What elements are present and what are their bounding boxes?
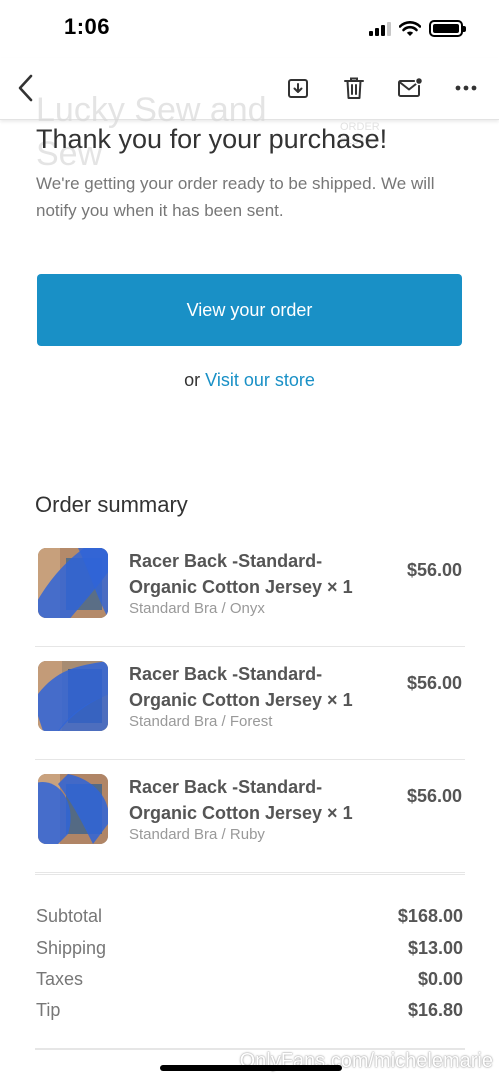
more-button[interactable] [448,70,484,106]
battery-icon [429,20,466,37]
item-name: Racer Back -Standard- Organic Cotton Jer… [129,664,353,710]
view-order-button[interactable]: View your order [37,274,462,346]
order-item: Racer Back -Standard- Organic Cotton Jer… [35,647,465,760]
archive-button[interactable] [280,70,316,106]
status-bar: 1:06 [0,0,499,58]
order-item: Racer Back -Standard- Organic Cotton Jer… [35,760,465,873]
subtotal-row: Subtotal $168.00 [36,906,463,927]
total-label: Taxes [36,969,84,989]
mark-unread-icon [398,77,423,97]
total-value: $0.00 [417,969,463,989]
archive-icon [288,79,308,98]
item-variant: Standard Bra / Ruby [129,826,265,843]
product-thumbnail [38,774,108,844]
status-icons [369,20,466,37]
mark-unread-button[interactable] [392,70,428,106]
back-button[interactable] [8,70,44,106]
visit-store-link[interactable]: Visit our store [205,370,315,390]
more-icon [455,85,477,91]
item-price: $56.00 [406,786,462,806]
item-price: $56.00 [406,560,462,580]
wifi-icon [399,20,421,36]
item-name: Racer Back -Standard- Organic Cotton Jer… [129,777,353,823]
delete-button[interactable] [336,70,372,106]
product-thumbnail [38,661,108,731]
order-summary-title: Order summary [35,492,188,517]
total-value: $16.80 [407,1000,463,1020]
totals-divider [35,874,465,875]
trash-icon [344,77,364,99]
item-variant: Standard Bra / Forest [129,713,273,730]
item-name: Racer Back -Standard- Organic Cotton Jer… [129,551,353,597]
home-indicator[interactable] [160,1065,342,1071]
order-status-message: We're getting your order ready to be shi… [36,174,435,220]
total-label: Tip [36,1000,61,1020]
email-toolbar: Lucky Sew and Sew ORDER #1345 [0,58,499,173]
product-thumbnail [38,548,108,618]
order-item: Racer Back -Standard- Organic Cotton Jer… [35,534,465,647]
item-price: $56.00 [406,673,462,693]
total-value: $13.00 [407,938,463,958]
thank-you-heading: Thank you for your purchase! [36,124,388,154]
item-variant: Standard Bra / Onyx [129,600,265,617]
tip-row: Tip $16.80 [36,1000,463,1021]
or-text: or [184,370,201,390]
status-time: 1:06 [64,14,111,39]
total-value: $168.00 [397,906,463,926]
signal-icon [369,21,391,36]
shipping-row: Shipping $13.00 [36,938,463,959]
back-chevron-icon [18,74,33,102]
taxes-row: Taxes $0.00 [36,969,463,990]
total-label: Shipping [36,938,107,958]
visit-store-line: or Visit our store [0,370,499,391]
total-label: Subtotal [36,906,103,926]
